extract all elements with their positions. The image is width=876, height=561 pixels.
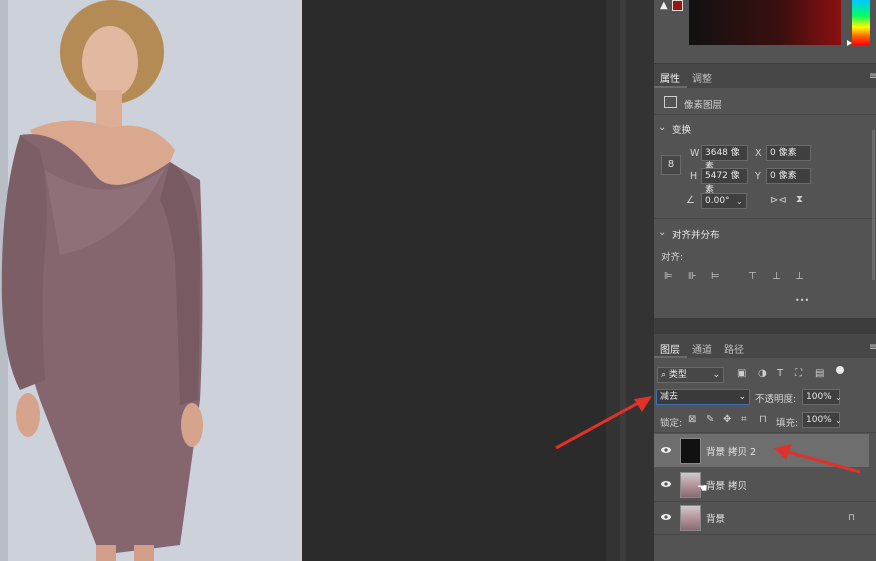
- arrow-to-blend-mode: [555, 400, 641, 450]
- annotation-arrows: [555, 396, 861, 474]
- arrow-to-layer: [787, 450, 861, 474]
